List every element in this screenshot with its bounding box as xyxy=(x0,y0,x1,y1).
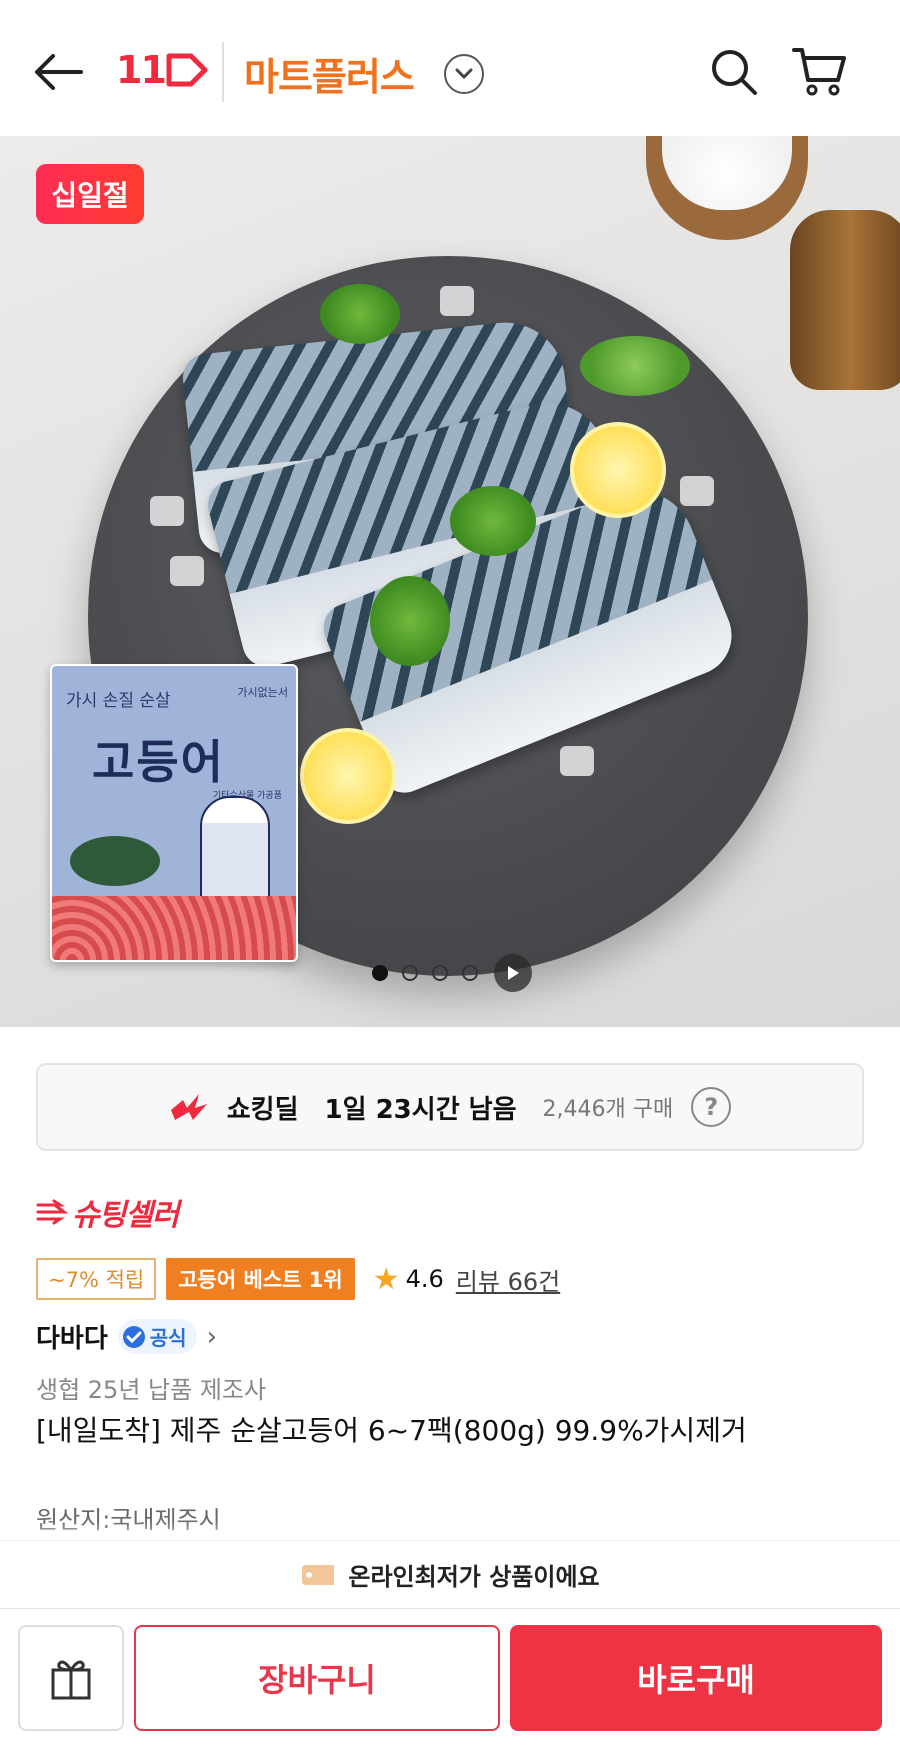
ice-image xyxy=(680,476,714,506)
purchase-count: 2,446개 구매 xyxy=(542,1097,674,1122)
ice-image xyxy=(170,556,204,586)
product-badges: ~7% 적립 고등어 베스트 1위 ★ 4.6 리뷰 66건 xyxy=(36,1258,560,1300)
header-divider xyxy=(222,42,224,102)
seller-name[interactable]: 다바다 xyxy=(36,1318,108,1355)
carousel-indicator xyxy=(372,954,532,992)
gift-icon xyxy=(51,1660,91,1700)
chevron-right-icon[interactable]: › xyxy=(207,1322,217,1352)
back-arrow-icon[interactable] xyxy=(30,44,86,100)
carousel-dot[interactable] xyxy=(402,965,418,981)
verified-check-icon xyxy=(122,1325,145,1348)
parsley-image xyxy=(450,486,536,556)
lowest-price-notice: 온라인최저가 상품이에요 xyxy=(0,1540,900,1608)
parsley-image xyxy=(370,576,450,666)
bottom-action-bar: 장바구니 바로구매 xyxy=(0,1608,900,1751)
ice-image xyxy=(440,286,474,316)
package-small-text: 가시없는서 xyxy=(237,686,288,699)
shooting-seller-icon xyxy=(36,1199,68,1225)
lemon-slice-image xyxy=(300,728,396,824)
shocking-deal-icon xyxy=(170,1094,207,1120)
official-label: 공식 xyxy=(149,1326,187,1350)
product-origin: 원산지:국내제주시 xyxy=(36,1506,221,1534)
add-to-cart-button[interactable]: 장바구니 xyxy=(134,1625,500,1731)
shooting-seller-text: 슈팅셀러 xyxy=(72,1198,179,1233)
carousel-dot[interactable] xyxy=(462,965,478,981)
gift-button[interactable] xyxy=(18,1625,124,1731)
package-main-text: 고등어 xyxy=(92,735,225,789)
price-tag-icon xyxy=(302,1564,335,1585)
lemon-slice-image xyxy=(570,422,666,518)
top-nav-bar: 11 마트플러스 xyxy=(0,0,900,136)
play-icon[interactable] xyxy=(494,954,532,992)
parsley-image xyxy=(320,284,400,344)
chevron-down-icon[interactable] xyxy=(444,54,484,94)
rating-value: 4.6 xyxy=(405,1265,444,1293)
rating[interactable]: ★ 4.6 리뷰 66건 xyxy=(373,1262,561,1297)
search-icon[interactable] xyxy=(706,44,762,100)
carousel-dot[interactable] xyxy=(432,965,448,981)
mart-plus-title[interactable]: 마트플러스 xyxy=(244,46,415,101)
lowest-price-text: 온라인최저가 상품이에요 xyxy=(348,1563,600,1591)
point-badge: ~7% 적립 xyxy=(36,1258,157,1300)
ice-image xyxy=(150,496,184,526)
deal-remaining-time: 1일 23시간 남음 xyxy=(324,1094,517,1125)
logo-text: 11 xyxy=(116,48,167,92)
buy-now-button[interactable]: 바로구매 xyxy=(510,1625,882,1731)
ice-image xyxy=(560,746,594,776)
best-rank-badge[interactable]: 고등어 베스트 1위 xyxy=(166,1258,355,1300)
seller-link[interactable]: 다바다 공식 › xyxy=(36,1318,217,1355)
pepper-mill-image xyxy=(790,210,900,390)
package-top-text: 가시 손질 순살 xyxy=(66,691,171,711)
shocking-deal-banner: 쇼킹딜 1일 23시간 남음 2,446개 구매 ? xyxy=(36,1063,864,1151)
official-badge: 공식 xyxy=(117,1319,197,1354)
carousel-dot-active[interactable] xyxy=(372,965,388,981)
wave-pattern xyxy=(52,896,296,960)
product-package-image: 가시 손질 순살 가시없는서 고등어 기타수산물 가공품 xyxy=(50,664,298,962)
shooting-seller-badge: 슈팅셀러 xyxy=(36,1192,179,1233)
cart-icon[interactable] xyxy=(790,44,850,100)
star-icon: ★ xyxy=(372,1261,400,1297)
sipiljeol-badge: 십일절 xyxy=(36,164,144,224)
logo-mark-icon xyxy=(166,53,208,87)
pine-tree-illustration xyxy=(70,836,160,886)
product-image-carousel[interactable]: 십일절 가시 손질 순살 가시없는서 고등어 기타수산물 가공품 xyxy=(0,136,900,1027)
deal-name: 쇼킹딜 xyxy=(226,1094,299,1125)
product-title: [내일도착] 제주 순살고등어 6~7팩(800g) 99.9%가시제거 xyxy=(36,1414,747,1447)
product-subtitle: 생협 25년 납품 제조사 xyxy=(36,1376,267,1404)
review-link[interactable]: 리뷰 66건 xyxy=(456,1262,560,1297)
help-icon[interactable]: ? xyxy=(691,1087,732,1127)
dill-image xyxy=(580,336,690,396)
11st-logo[interactable]: 11 xyxy=(116,48,209,92)
